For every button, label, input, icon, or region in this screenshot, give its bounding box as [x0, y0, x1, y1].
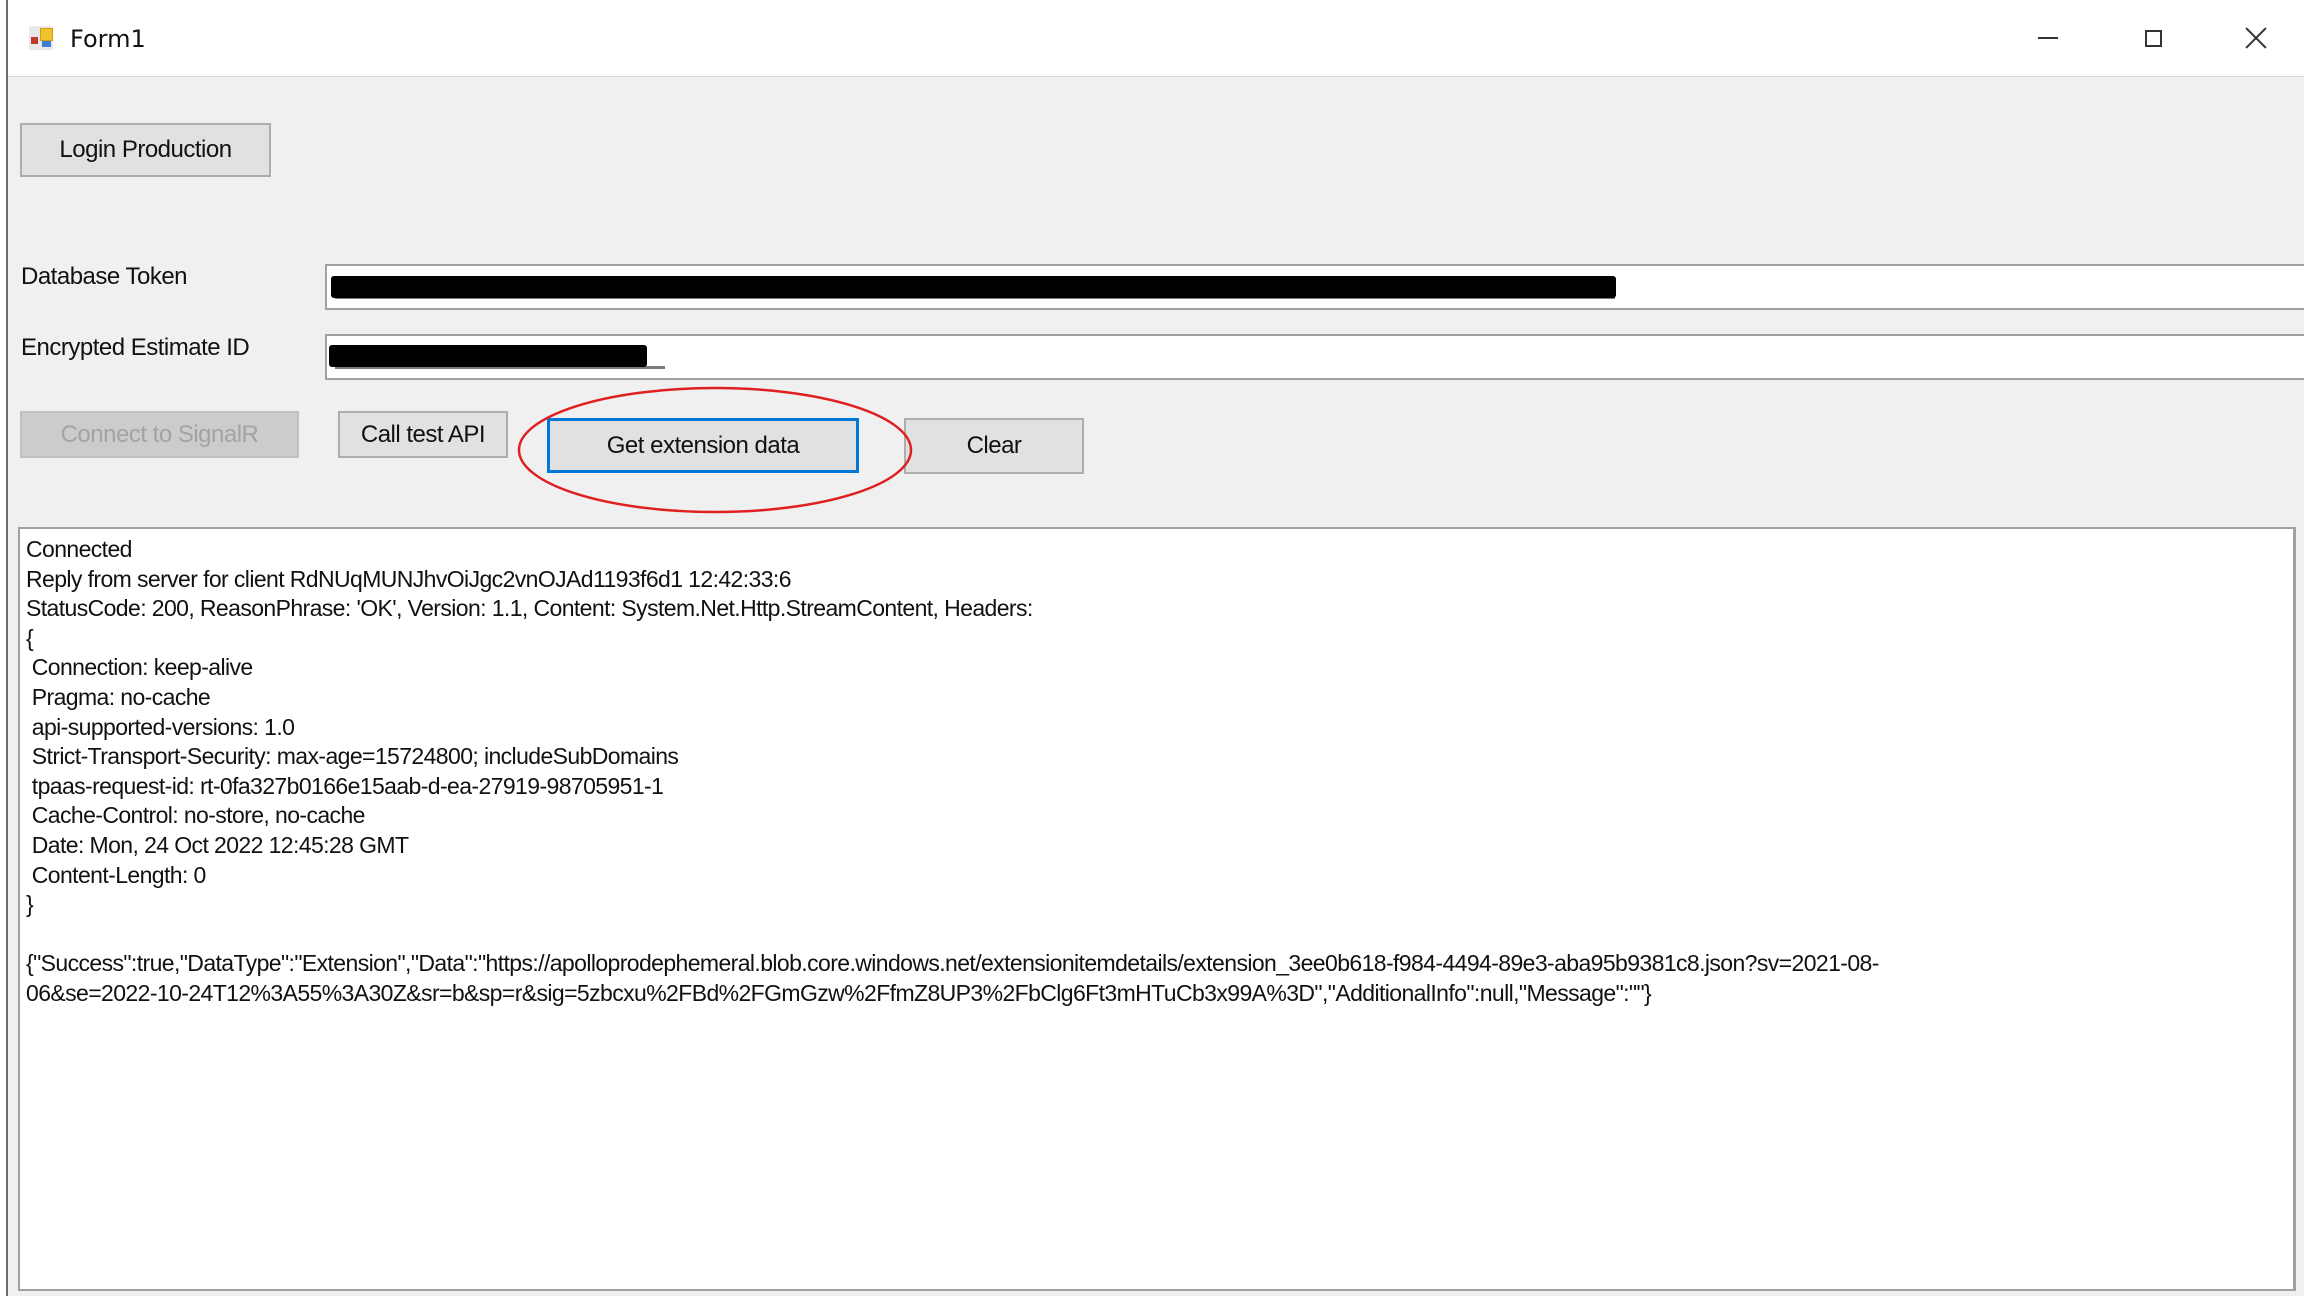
- call-test-api-button[interactable]: Call test API: [338, 411, 508, 458]
- database-token-input[interactable]: [325, 264, 2304, 310]
- get-extension-data-button[interactable]: Get extension data: [547, 418, 859, 473]
- close-button[interactable]: [2206, 0, 2304, 76]
- winforms-app-icon: [29, 26, 53, 50]
- output-line: Connected: [26, 536, 132, 562]
- clear-button[interactable]: Clear: [904, 418, 1084, 474]
- output-log-textbox[interactable]: Connected Reply from server for client Rd…: [18, 527, 2296, 1291]
- minimize-icon: [2038, 37, 2058, 39]
- maximize-icon: [2144, 29, 2162, 47]
- token-redaction: [331, 276, 1616, 298]
- login-production-button[interactable]: Login Production: [20, 123, 271, 177]
- encrypted-estimate-id-label: Encrypted Estimate ID: [21, 334, 250, 361]
- output-line: api-supported-versions: 1.0: [26, 713, 295, 740]
- window-title: Form1: [70, 25, 146, 53]
- output-line: Content-Length: 0: [26, 861, 207, 888]
- output-line: tpaas-request-id: rt-0fa327b0166e15aab-d…: [26, 772, 664, 799]
- database-token-label: Database Token: [21, 263, 188, 290]
- output-line: Cache-Control: no-store, no-cache: [26, 802, 366, 829]
- output-line: 06&se=2022-10-24T12%3A55%3A30Z&sr=b&sp=r…: [26, 979, 1652, 1006]
- output-line: Strict-Transport-Security: max-age=15724…: [26, 743, 679, 770]
- output-line: Connection: keep-alive: [26, 654, 253, 681]
- output-line: Date: Mon, 24 Oct 2022 12:45:28 GMT: [26, 831, 409, 858]
- output-line: StatusCode: 200, ReasonPhrase: 'OK', Ver…: [26, 595, 1033, 622]
- encrypted-estimate-id-input[interactable]: [325, 334, 2304, 380]
- minimize-button[interactable]: [1998, 0, 2098, 76]
- maximize-button[interactable]: [2103, 0, 2203, 76]
- title-bar[interactable]: Form1: [8, 0, 2304, 77]
- form-window: Form1 Login Production Database Token En…: [6, 0, 2304, 1296]
- output-line: }: [26, 891, 34, 918]
- output-line: Pragma: no-cache: [26, 683, 211, 710]
- output-line: Reply from server for client RdNUqMUNJhv…: [26, 565, 792, 592]
- output-line: {"Success":true,"DataType":"Extension","…: [26, 950, 1879, 977]
- estimate-redaction: [329, 345, 647, 367]
- output-line: {: [26, 624, 34, 651]
- connect-signalr-button[interactable]: Connect to SignalR: [20, 411, 299, 458]
- close-icon: [2245, 27, 2267, 49]
